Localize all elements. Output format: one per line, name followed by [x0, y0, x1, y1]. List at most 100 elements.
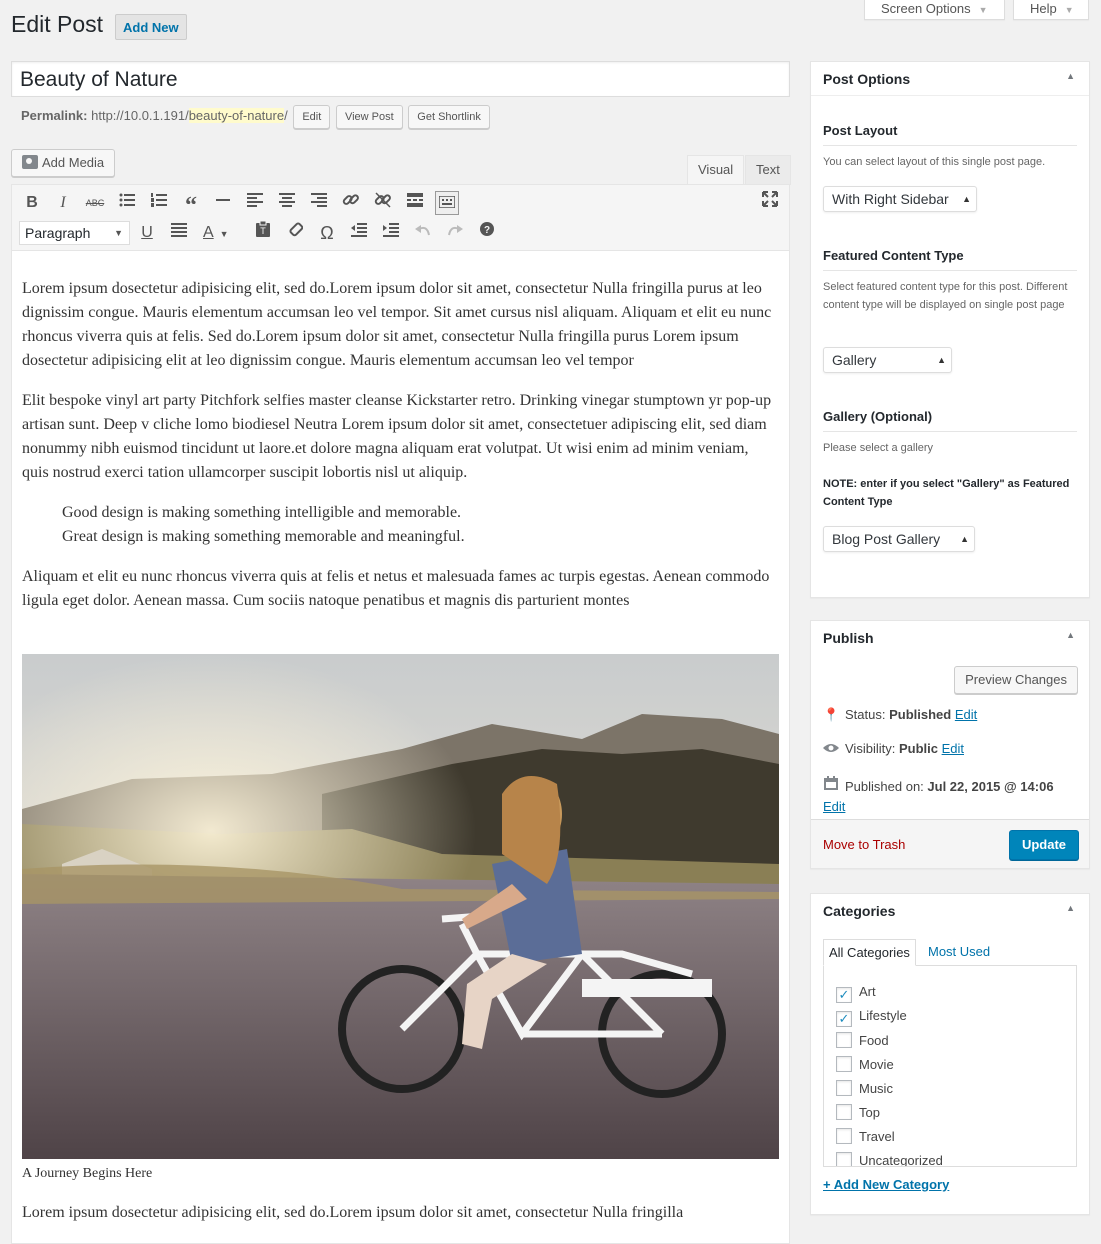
editor-content[interactable]: Lorem ipsum dosectetur adipisicing elit,… — [22, 277, 779, 629]
undo-icon[interactable] — [411, 221, 435, 245]
view-post-button[interactable]: View Post — [335, 104, 403, 129]
publish-box: Publish ▲ Preview Changes 📍 Status: Publi… — [810, 620, 1090, 869]
select-arrows-icon: ▲ — [962, 194, 971, 204]
checkbox[interactable] — [836, 1080, 852, 1096]
category-item[interactable]: Travel — [836, 1128, 895, 1148]
bold-icon[interactable]: B — [20, 191, 44, 215]
edit-permalink-button[interactable]: Edit — [293, 104, 331, 129]
chevron-down-icon: ▼ — [114, 228, 123, 238]
status-label: Status: — [845, 707, 886, 722]
category-item[interactable]: Food — [836, 1032, 889, 1052]
horizontal-line-icon[interactable] — [211, 191, 235, 215]
bulleted-list-icon[interactable] — [115, 191, 139, 215]
checkbox[interactable]: ✓ — [836, 1011, 852, 1027]
redo-icon[interactable] — [443, 221, 467, 245]
move-to-trash-link[interactable]: Move to Trash — [823, 837, 905, 852]
gallery-select[interactable]: Blog Post Gallery ▲ — [823, 526, 975, 552]
status-value: Published — [889, 707, 952, 722]
link-icon[interactable] — [339, 191, 363, 215]
paste-text-icon[interactable]: T — [251, 220, 275, 245]
indent-icon[interactable] — [379, 221, 403, 245]
numbered-list-icon[interactable] — [147, 191, 171, 215]
unlink-icon[interactable] — [371, 191, 395, 215]
checkbox[interactable]: ✓ — [836, 987, 852, 1003]
category-item[interactable]: Music — [836, 1080, 893, 1100]
checkbox[interactable] — [836, 1152, 852, 1166]
post-options-title[interactable]: Post Options — [811, 62, 1089, 96]
text-color-icon[interactable]: A ▼ — [199, 221, 235, 245]
post-title-input[interactable]: Beauty of Nature — [11, 61, 790, 97]
category-item[interactable]: Top — [836, 1104, 880, 1124]
featured-content-title: Featured Content Type — [823, 248, 964, 263]
italic-icon[interactable]: I — [51, 191, 75, 215]
format-select[interactable]: Paragraph ▼ — [19, 221, 130, 245]
edit-status-link[interactable]: Edit — [955, 707, 977, 722]
divider — [823, 145, 1077, 146]
screen-options-tab[interactable]: Screen Options ▼ — [864, 0, 1005, 20]
visibility-value: Public — [898, 741, 938, 756]
align-right-icon[interactable] — [307, 191, 331, 215]
content-paragraph: Aliquam et elit eu nunc rhoncus viverra … — [22, 568, 770, 609]
get-shortlink-button[interactable]: Get Shortlink — [408, 104, 490, 129]
categories-title[interactable]: Categories — [811, 894, 1089, 928]
publish-title[interactable]: Publish — [811, 621, 1089, 655]
tab-visual[interactable]: Visual — [687, 155, 745, 185]
preview-changes-button[interactable]: Preview Changes — [954, 666, 1078, 694]
page-title: Edit Post — [11, 11, 104, 37]
published-on-row: Published on: Jul 22, 2015 @ 14:06 Edit — [823, 775, 1083, 817]
tab-all-categories[interactable]: All Categories — [823, 939, 916, 966]
align-left-icon[interactable] — [243, 191, 267, 215]
checkbox[interactable] — [836, 1128, 852, 1144]
format-select-value: Paragraph — [25, 225, 91, 241]
gallery-title: Gallery (Optional) — [823, 409, 933, 424]
divider — [823, 270, 1077, 271]
keyboard-shortcuts-icon[interactable]: ? — [475, 221, 499, 245]
add-media-label: Add Media — [42, 155, 105, 170]
clear-formatting-icon[interactable] — [283, 221, 307, 245]
checkbox[interactable] — [836, 1104, 852, 1120]
post-layout-select[interactable]: With Right Sidebar ▲ — [823, 186, 977, 212]
content-image[interactable] — [22, 654, 779, 1159]
featured-content-select[interactable]: Gallery ▲ — [823, 347, 952, 373]
permalink-url[interactable]: http://10.0.1.191/beauty-of-nature/ — [91, 108, 288, 123]
update-button[interactable]: Update — [1008, 830, 1079, 860]
read-more-icon[interactable] — [403, 191, 427, 215]
add-media-button[interactable]: Add Media — [11, 149, 116, 177]
align-center-icon[interactable] — [275, 191, 299, 215]
post-editor[interactable]: B I ABC “ Paragraph ▼ U A ▼ T Ω ? Lorem ip… — [11, 184, 790, 1244]
help-label: Help — [1030, 1, 1057, 16]
divider — [823, 431, 1077, 432]
eye-icon — [823, 741, 839, 756]
edit-date-link[interactable]: Edit — [823, 799, 845, 814]
collapse-arrow-icon[interactable]: ▲ — [1066, 71, 1075, 81]
category-item[interactable]: ✓ Lifestyle — [836, 1008, 907, 1028]
category-item[interactable]: ✓ Art — [836, 984, 876, 1004]
tab-text[interactable]: Text — [745, 155, 791, 185]
category-checklist[interactable]: ✓ Art ✓ Lifestyle Food Movie Music Top Tra… — [823, 965, 1077, 1167]
category-label: Movie — [859, 1057, 894, 1072]
post-layout-title: Post Layout — [823, 123, 898, 138]
tab-most-used[interactable]: Most Used — [923, 939, 995, 966]
edit-visibility-link[interactable]: Edit — [942, 741, 964, 756]
justify-icon[interactable] — [167, 221, 191, 245]
fullscreen-icon[interactable] — [758, 191, 782, 215]
category-item[interactable]: Movie — [836, 1056, 894, 1076]
category-item[interactable]: Uncategorized — [836, 1152, 943, 1167]
blockquote-icon[interactable]: “ — [179, 191, 203, 219]
toolbar-toggle-icon[interactable] — [435, 191, 459, 215]
collapse-arrow-icon[interactable]: ▲ — [1066, 630, 1075, 640]
strikethrough-icon[interactable]: ABC — [83, 191, 107, 215]
outdent-icon[interactable] — [347, 221, 371, 245]
checkbox[interactable] — [836, 1056, 852, 1072]
special-character-icon[interactable]: Ω — [315, 221, 339, 245]
publish-actions: Move to Trash Update — [811, 819, 1089, 868]
gallery-value: Blog Post Gallery — [832, 531, 941, 547]
featured-content-value: Gallery — [832, 352, 877, 368]
underline-icon[interactable]: U — [135, 221, 159, 245]
collapse-arrow-icon[interactable]: ▲ — [1066, 903, 1075, 913]
add-new-button[interactable]: Add New — [115, 14, 187, 40]
help-tab[interactable]: Help ▼ — [1013, 0, 1089, 20]
add-new-category-link[interactable]: + Add New Category — [823, 1177, 949, 1192]
checkbox[interactable] — [836, 1032, 852, 1048]
category-label: Uncategorized — [859, 1153, 943, 1167]
